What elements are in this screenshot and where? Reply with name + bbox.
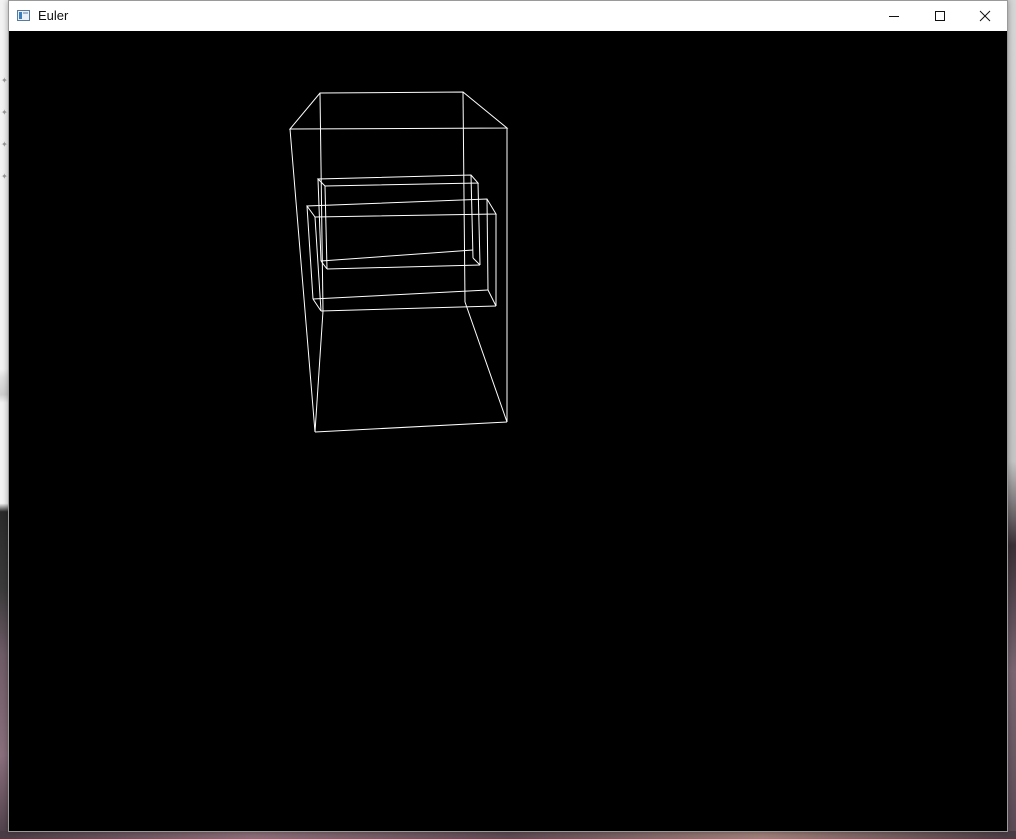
render-viewport[interactable]: [9, 31, 1007, 831]
app-icon[interactable]: [17, 10, 30, 21]
title-bar[interactable]: Euler: [9, 1, 1007, 31]
wireframe-outer-box: [288, 91, 509, 433]
desktop-background-bottom: [0, 831, 1016, 839]
close-button[interactable]: [962, 1, 1008, 31]
minimize-icon: [889, 16, 899, 17]
maximize-button[interactable]: [917, 1, 963, 31]
desktop-background-right: [1008, 0, 1016, 839]
wireframe-scene: [288, 91, 509, 433]
wireframe-inner-box-upper: [316, 174, 481, 270]
maximize-icon: [935, 11, 945, 21]
close-icon: [979, 10, 991, 22]
window-title: Euler: [38, 8, 69, 23]
app-window[interactable]: Euler: [8, 0, 1008, 832]
pin-icon: ✦: [1, 108, 8, 117]
pin-icon: ✦: [1, 76, 8, 85]
minimize-button[interactable]: [871, 1, 917, 31]
pin-icon: ✦: [1, 172, 8, 181]
pin-icon: ✦: [1, 140, 8, 149]
